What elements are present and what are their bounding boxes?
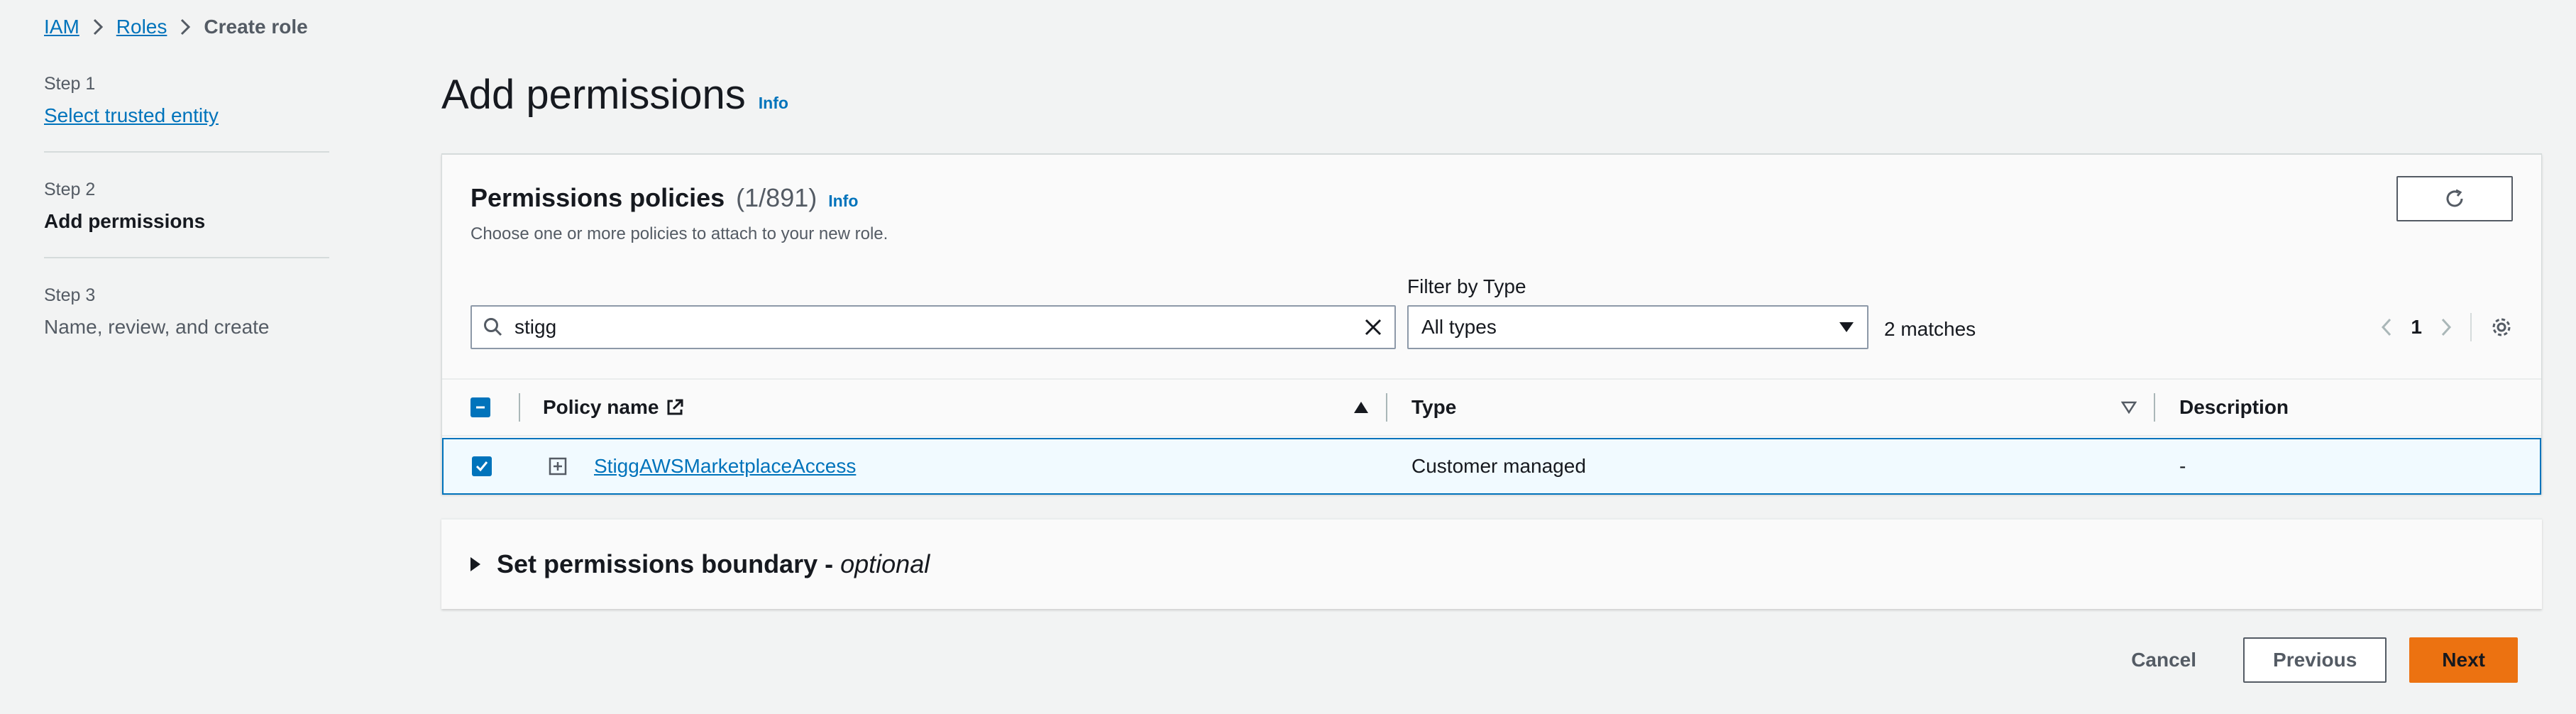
filter-by-type-label: Filter by Type xyxy=(1407,275,1526,297)
sort-icon[interactable] xyxy=(2121,401,2137,414)
policy-type-cell: Customer managed xyxy=(1411,455,1586,477)
divider xyxy=(2470,313,2472,341)
boundary-title: Set permissions boundary - optional xyxy=(497,549,930,579)
permissions-boundary-section[interactable]: Set permissions boundary - optional xyxy=(441,518,2542,609)
search-box xyxy=(470,305,1396,349)
permissions-policies-panel: Permissions policies (1/891) Info Choose… xyxy=(441,153,2542,495)
next-button[interactable]: Next xyxy=(2409,637,2518,683)
step-3: Step 3 Name, review, and create xyxy=(44,282,329,363)
breadcrumb-iam[interactable]: IAM xyxy=(44,16,79,38)
column-header-description: Description xyxy=(2155,396,2541,419)
column-header-policy-name[interactable]: Policy name xyxy=(520,396,1386,419)
clear-icon[interactable] xyxy=(1363,317,1383,337)
policy-description-cell: - xyxy=(2179,455,2186,477)
column-header-type[interactable]: Type xyxy=(1387,396,2154,419)
row-checkbox-cell xyxy=(444,456,520,476)
previous-button[interactable]: Previous xyxy=(2243,637,2387,683)
policy-name-cell: StiggAWSMarketplaceAccess xyxy=(520,455,1387,478)
page-title: Add permissions xyxy=(441,72,746,118)
panel-header: Permissions policies (1/891) Info Choose… xyxy=(470,183,888,244)
type-filter-select[interactable]: All types xyxy=(1407,305,1868,349)
refresh-icon xyxy=(2446,189,2463,207)
step-number: Step 1 xyxy=(44,74,96,94)
wizard-actions: Cancel Previous Next xyxy=(2107,637,2518,683)
breadcrumb-current: Create role xyxy=(204,16,308,38)
step-2: Step 2 Add permissions xyxy=(44,177,329,258)
info-link[interactable]: Info xyxy=(828,192,858,211)
checkmark-icon xyxy=(475,461,488,472)
policy-name-link[interactable]: StiggAWSMarketplaceAccess xyxy=(594,455,856,478)
refresh-button[interactable] xyxy=(2396,176,2513,221)
step-number: Step 3 xyxy=(44,285,96,305)
step-number: Step 2 xyxy=(44,180,96,199)
panel-description: Choose one or more policies to attach to… xyxy=(470,224,888,243)
row-checkbox[interactable] xyxy=(472,456,492,476)
breadcrumb-roles[interactable]: Roles xyxy=(116,16,167,38)
optional-label: optional xyxy=(840,549,930,578)
expand-plus-icon[interactable] xyxy=(549,457,567,476)
caret-right-icon xyxy=(470,557,480,571)
step-title: Name, review, and create xyxy=(44,316,270,338)
main-content: Add permissions Info Permissions policie… xyxy=(441,71,2542,609)
pagination: 1 xyxy=(2381,305,2513,349)
chevron-left-icon[interactable] xyxy=(2381,317,2392,337)
step-title-current: Add permissions xyxy=(44,210,206,232)
table-row[interactable]: StiggAWSMarketplaceAccess Customer manag… xyxy=(442,438,2541,495)
step-1: Step 1 Select trusted entity xyxy=(44,71,329,153)
page-header: Add permissions Info xyxy=(441,71,2542,119)
wizard-steps: Step 1 Select trusted entity Step 2 Add … xyxy=(44,71,329,387)
select-all-checkbox[interactable] xyxy=(470,397,490,417)
cancel-button[interactable]: Cancel xyxy=(2107,649,2220,671)
panel-title: Permissions policies (1/891) Info xyxy=(470,183,888,213)
external-link-icon xyxy=(667,399,683,415)
caret-down-icon xyxy=(1839,322,1854,332)
search-icon xyxy=(484,318,502,336)
table-header: Policy name Type Description xyxy=(442,378,2541,436)
type-filter-value: All types xyxy=(1421,316,1497,338)
search-input[interactable] xyxy=(514,316,1363,339)
column-label: Type xyxy=(1411,396,1457,418)
page-number[interactable]: 1 xyxy=(2411,316,2422,339)
step-link-select-trusted-entity[interactable]: Select trusted entity xyxy=(44,104,219,126)
indeterminate-icon xyxy=(476,406,485,409)
chevron-right-icon[interactable] xyxy=(2440,317,2452,337)
column-label: Policy name xyxy=(543,396,659,418)
header-checkbox-cell xyxy=(442,397,519,417)
panel-title-text: Permissions policies xyxy=(470,183,725,212)
chevron-right-icon xyxy=(79,18,116,36)
boundary-title-text: Set permissions boundary - xyxy=(497,549,841,578)
sort-ascending-icon[interactable] xyxy=(1353,401,1369,414)
breadcrumb: IAM Roles Create role xyxy=(44,16,308,38)
chevron-right-icon xyxy=(167,18,204,36)
column-label: Description xyxy=(2179,396,2289,418)
info-link[interactable]: Info xyxy=(759,94,788,113)
policy-count: (1/891) xyxy=(736,183,818,212)
match-count: 2 matches xyxy=(1884,318,1976,340)
settings-gear-icon[interactable] xyxy=(2490,316,2513,339)
